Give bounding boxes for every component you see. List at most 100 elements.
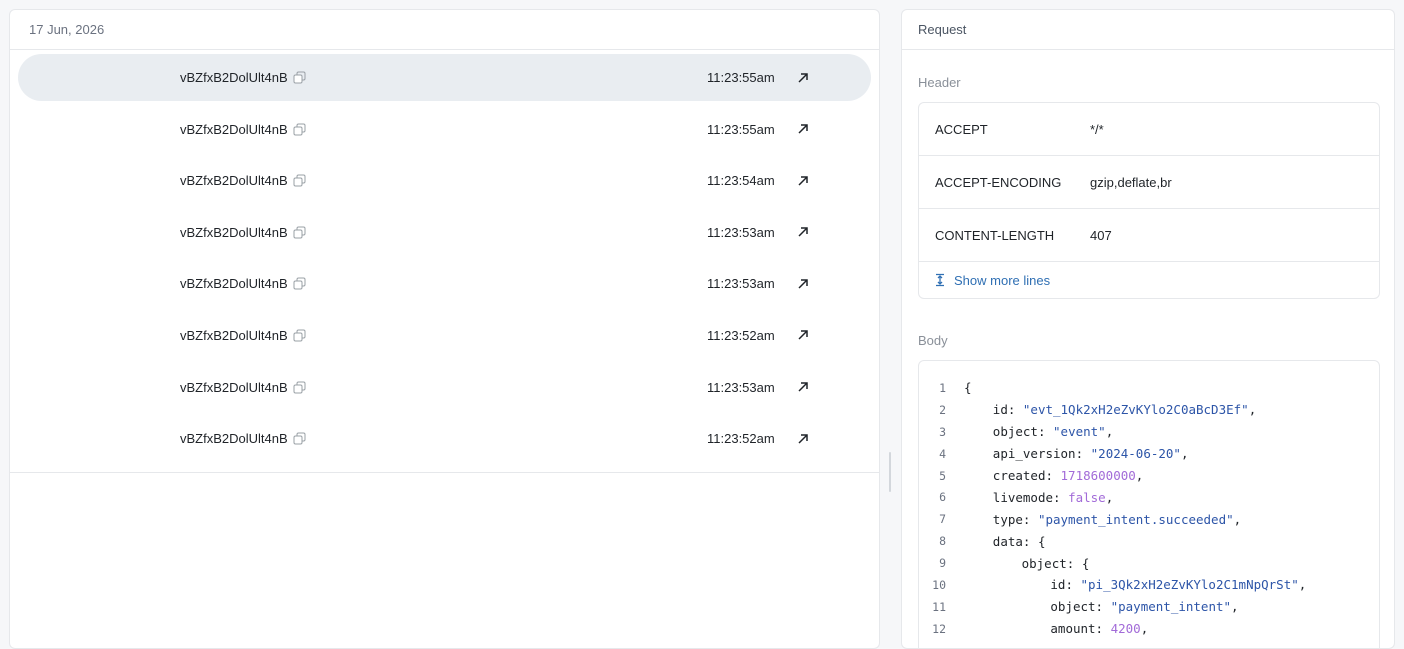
- code-content: object: "event",: [964, 424, 1113, 439]
- code-token-key: object:: [992, 424, 1054, 440]
- line-number: 3: [939, 424, 946, 439]
- line-number: 1: [939, 380, 946, 395]
- header-key: CONTENT-LENGTH: [935, 227, 1055, 243]
- request-id-text: vBZfxB2DolUlt4nB: [180, 379, 288, 395]
- code-line: 11 object: "payment_intent",: [919, 596, 1379, 618]
- header-row: ACCEPT */*: [919, 103, 1379, 156]
- headers-table: ACCEPT */* ACCEPT-ENCODING gzip,deflate,…: [918, 102, 1380, 299]
- code-token-punc: ,: [1105, 489, 1114, 505]
- header-section-label: Header: [918, 75, 961, 90]
- code-line: 4 api_version: "2024-06-20",: [919, 443, 1379, 465]
- arrow-up-right-icon: [798, 72, 808, 83]
- open-request-button[interactable]: [794, 326, 812, 344]
- code-line: 2 id: "evt_1Qk2xH2eZvKYlo2C0aBcD3Ef",: [919, 399, 1379, 421]
- code-token-str: "payment_intent": [1110, 599, 1232, 615]
- header-value: */*: [1090, 121, 1104, 137]
- code-token-str: "2024-06-20": [1090, 446, 1181, 462]
- open-request-button[interactable]: [794, 275, 812, 293]
- code-content: amount: 4200,: [964, 621, 1148, 636]
- code-line: 10 id: "pi_3Qk2xH2eZvKYlo2C1mNpQrSt",: [919, 574, 1379, 596]
- request-time: 11:23:52am: [707, 431, 775, 447]
- code-line: 6 livemode: false,: [919, 486, 1379, 508]
- code-line: 8 data: {: [919, 530, 1379, 552]
- code-content: object: "payment_intent",: [964, 599, 1239, 615]
- request-row[interactable]: vBZfxB2DolUlt4nB 11:23:55am: [18, 54, 871, 101]
- request-time: 11:23:55am: [707, 70, 775, 85]
- code-token-str: "payment_intent.succeeded": [1037, 511, 1234, 527]
- request-row[interactable]: vBZfxB2DolUlt4nB 11:23:52am: [18, 415, 871, 462]
- code-token-punc: ,: [1140, 621, 1149, 637]
- request-list-panel: 17 Jun, 2026 vBZfxB2DolUlt4nB 11:23:55am…: [9, 9, 880, 649]
- header-key: ACCEPT: [935, 121, 988, 137]
- request-id-text: vBZfxB2DolUlt4nB: [180, 173, 288, 189]
- copy-icon[interactable]: [293, 277, 306, 290]
- code-token-key: data:: [992, 533, 1038, 549]
- line-number: 2: [939, 402, 946, 417]
- code-token-punc: ,: [1105, 424, 1114, 440]
- line-number: 10: [932, 577, 946, 592]
- line-number: 11: [932, 599, 946, 614]
- request-row[interactable]: vBZfxB2DolUlt4nB 11:23:53am: [18, 260, 871, 307]
- copy-icon[interactable]: [293, 432, 306, 445]
- line-number: 6: [939, 490, 946, 505]
- code-line: 1{: [919, 377, 1379, 399]
- request-time: 11:23:53am: [707, 379, 775, 395]
- code-token-str: "evt_1Qk2xH2eZvKYlo2C0aBcD3Ef": [1022, 402, 1249, 418]
- request-time: 11:23:53am: [707, 224, 775, 240]
- date-header: 17 Jun, 2026: [10, 10, 879, 50]
- copy-icon[interactable]: [293, 329, 306, 342]
- copy-icon[interactable]: [293, 381, 306, 394]
- arrow-up-right-icon: [798, 433, 808, 444]
- code-token-num: false: [1068, 489, 1106, 505]
- request-title: Request: [902, 10, 1394, 50]
- request-detail-panel: Request Header ACCEPT */* ACCEPT-ENCODIN…: [901, 9, 1395, 649]
- open-request-button[interactable]: [794, 120, 812, 138]
- code-content: id: "evt_1Qk2xH2eZvKYlo2C0aBcD3Ef",: [964, 402, 1256, 417]
- request-row[interactable]: vBZfxB2DolUlt4nB 11:23:54am: [18, 157, 871, 204]
- copy-icon[interactable]: [293, 123, 306, 136]
- show-more-lines-button[interactable]: Show more lines: [919, 262, 1379, 298]
- header-row: CONTENT-LENGTH 407: [919, 209, 1379, 262]
- code-content: {: [964, 380, 972, 395]
- request-id-text: vBZfxB2DolUlt4nB: [180, 224, 288, 240]
- arrow-up-right-icon: [798, 279, 808, 289]
- request-time: 11:23:55am: [707, 121, 775, 137]
- body-section-label: Body: [918, 333, 948, 348]
- code-token-key: id:: [1050, 577, 1081, 593]
- request-id: vBZfxB2DolUlt4nB: [180, 431, 306, 446]
- copy-icon[interactable]: [293, 174, 306, 187]
- line-number: 8: [939, 534, 946, 549]
- request-row[interactable]: vBZfxB2DolUlt4nB 11:23:52am: [18, 312, 871, 359]
- copy-icon[interactable]: [293, 226, 306, 239]
- open-request-button[interactable]: [794, 223, 812, 241]
- request-id: vBZfxB2DolUlt4nB: [180, 276, 306, 291]
- request-row[interactable]: vBZfxB2DolUlt4nB 11:23:55am: [18, 106, 871, 153]
- code-token-punc: ,: [1135, 468, 1144, 483]
- code-token-str: "pi_3Qk2xH2eZvKYlo2C1mNpQrSt": [1080, 577, 1299, 593]
- code-token-key: id:: [992, 402, 1023, 418]
- request-row[interactable]: vBZfxB2DolUlt4nB 11:23:53am: [18, 364, 871, 411]
- code-token-punc: ,: [1248, 402, 1257, 418]
- request-id-text: vBZfxB2DolUlt4nB: [180, 121, 288, 137]
- code-content: data: {: [964, 533, 1046, 549]
- code-token-key: amount:: [1050, 621, 1111, 637]
- open-request-button[interactable]: [794, 378, 812, 396]
- code-line: 7 type: "payment_intent.succeeded",: [919, 508, 1379, 530]
- request-row[interactable]: vBZfxB2DolUlt4nB 11:23:53am: [18, 209, 871, 256]
- code-token-punc: ,: [1233, 511, 1242, 527]
- arrow-up-right-icon: [798, 124, 808, 134]
- line-number: 4: [939, 446, 946, 461]
- code-line: 5 created: 1718600000,: [919, 465, 1379, 487]
- open-request-button[interactable]: [794, 430, 812, 448]
- code-line: 12 amount: 4200,: [919, 618, 1379, 640]
- request-id-text: vBZfxB2DolUlt4nB: [180, 327, 288, 343]
- open-request-button[interactable]: [794, 172, 812, 190]
- open-request-button[interactable]: [794, 69, 812, 87]
- panel-resize-handle[interactable]: [889, 452, 891, 492]
- request-id-text: vBZfxB2DolUlt4nB: [180, 276, 288, 292]
- code-content: object: {: [964, 556, 1090, 571]
- copy-icon[interactable]: [293, 71, 306, 84]
- code-token-key: object:: [1050, 599, 1111, 615]
- code-token-punc: ,: [1231, 599, 1239, 615]
- line-number: 5: [939, 468, 946, 483]
